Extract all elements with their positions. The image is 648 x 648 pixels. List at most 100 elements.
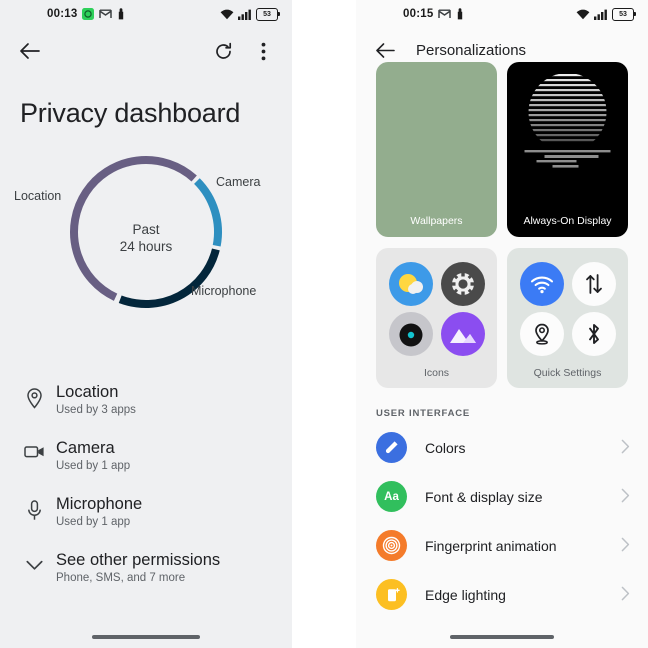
permissions-list: Location Used by 3 apps Camera Used by 1… — [0, 371, 292, 595]
status-bar-right: 00:15 53 — [356, 0, 648, 28]
battery-indicator: 53 — [256, 7, 280, 21]
font-size-badge-text: Aa — [384, 490, 399, 503]
quick-settings-preview-grid — [519, 262, 616, 356]
battery-level-text: 53 — [263, 10, 271, 18]
quick-settings-card[interactable]: Quick Settings — [507, 248, 628, 388]
gmail-icon — [99, 9, 113, 19]
font-size-icon: Aa — [376, 481, 407, 512]
privacy-dashboard-screen: 00:13 53 Privacy dashboard Past 24 hours… — [0, 0, 292, 648]
permission-text-camera: Camera Used by 1 app — [52, 438, 130, 472]
back-button[interactable] — [16, 38, 42, 64]
permission-subtitle: Used by 1 app — [56, 460, 131, 472]
donut-center-line-1: Past — [132, 222, 160, 237]
home-indicator[interactable] — [92, 635, 200, 639]
screen-title: Personalizations — [416, 41, 527, 59]
quick-settings-card-caption: Quick Settings — [533, 367, 602, 379]
wallpapers-card[interactable]: Wallpapers — [376, 62, 497, 237]
status-bar-right-group: 53 — [220, 7, 280, 21]
more-options-button[interactable] — [250, 38, 276, 64]
ui-row-label: Font & display size — [425, 488, 543, 505]
icons-card[interactable]: Icons — [376, 248, 497, 388]
see-other-permissions-text: See other permissions Phone, SMS, and 7 … — [52, 550, 220, 584]
app-bar-left — [0, 28, 292, 74]
data-transfer-tile-icon — [571, 262, 616, 306]
top-cards-row: Wallpapers Always-On Display — [356, 62, 648, 237]
wallpapers-card-caption: Wallpapers — [410, 215, 463, 227]
chart-label-location: Location — [14, 189, 62, 203]
status-bar-left-group: 00:13 — [47, 7, 125, 21]
permission-row-location[interactable]: Location Used by 3 apps — [0, 371, 292, 427]
home-indicator[interactable] — [450, 635, 554, 639]
status-bar-right-group: 53 — [576, 7, 636, 21]
location-pin-icon — [16, 382, 52, 409]
bluetooth-tile-icon — [571, 312, 616, 356]
battery-indicator: 53 — [612, 7, 636, 21]
chevron-right-icon — [621, 488, 630, 506]
back-button[interactable] — [372, 37, 398, 63]
status-bar-left-group: 00:15 — [403, 7, 464, 21]
notification-icon — [117, 7, 125, 21]
camera-lens-icon — [388, 312, 433, 356]
permission-subtitle: Used by 1 app — [56, 516, 131, 528]
wifi-tile-icon — [519, 262, 564, 306]
gmail-icon — [438, 9, 452, 19]
aod-card-caption: Always-On Display — [523, 215, 612, 227]
permission-text-microphone: Microphone Used by 1 app — [52, 494, 142, 528]
status-bar-clock: 00:15 — [403, 8, 434, 20]
privacy-usage-donut-chart: Past 24 hours Location Camera Microphone — [0, 145, 292, 345]
arrow-back-icon — [376, 42, 395, 58]
chart-label-camera: Camera — [216, 175, 261, 189]
donut-center-label: Past 24 hours — [0, 221, 292, 255]
ui-row-fingerprint-animation[interactable]: Fingerprint animation — [356, 521, 648, 570]
ui-row-edge-lighting[interactable]: Edge lighting — [356, 570, 648, 619]
microphone-icon — [16, 494, 52, 521]
badge-green-icon — [82, 8, 95, 20]
edge-lighting-icon — [376, 579, 407, 610]
signal-icon — [238, 9, 252, 20]
ui-row-label: Colors — [425, 439, 466, 456]
wifi-icon — [220, 9, 234, 20]
chart-label-microphone: Microphone — [191, 284, 257, 298]
app-bar-actions — [210, 38, 276, 64]
more-vertical-icon — [261, 42, 265, 60]
permission-subtitle: Used by 3 apps — [56, 404, 136, 416]
gallery-icon — [440, 312, 485, 356]
personalizations-screen: 00:15 53 Personalizations Wallpapers Alw… — [356, 0, 648, 648]
permission-title: Camera — [56, 439, 115, 457]
camera-video-icon — [16, 438, 52, 459]
signal-icon — [594, 9, 608, 20]
chevron-right-icon — [621, 537, 630, 555]
donut-center-line-2: 24 hours — [119, 239, 173, 254]
fingerprint-icon — [376, 530, 407, 561]
ui-row-font-display-size[interactable]: Aa Font & display size — [356, 472, 648, 521]
arrow-back-icon — [19, 43, 40, 59]
always-on-display-card[interactable]: Always-On Display — [507, 62, 628, 237]
mid-cards-row: Icons Quick Settings — [356, 248, 648, 388]
see-other-permissions-row[interactable]: See other permissions Phone, SMS, and 7 … — [0, 539, 292, 595]
wifi-icon — [576, 9, 590, 20]
ui-row-label: Fingerprint animation — [425, 537, 557, 554]
paint-roller-icon — [376, 432, 407, 463]
permission-text-location: Location Used by 3 apps — [52, 382, 136, 416]
status-bar-left: 00:13 53 — [0, 0, 292, 28]
permission-title: Microphone — [56, 495, 143, 513]
section-header-user-interface: USER INTERFACE — [376, 408, 471, 419]
see-other-permissions-subtitle: Phone, SMS, and 7 more — [56, 572, 186, 584]
page-title: Privacy dashboard — [20, 98, 241, 128]
permission-row-camera[interactable]: Camera Used by 1 app — [0, 427, 292, 483]
aod-sunset-preview-icon — [524, 73, 610, 168]
permission-title: Location — [56, 383, 119, 401]
settings-gear-icon — [440, 262, 485, 306]
notification-icon — [456, 7, 464, 21]
ui-row-label: Edge lighting — [425, 586, 506, 603]
refresh-icon — [215, 42, 231, 59]
permission-row-microphone[interactable]: Microphone Used by 1 app — [0, 483, 292, 539]
refresh-button[interactable] — [210, 38, 236, 64]
chevron-down-icon — [16, 550, 52, 571]
ui-row-colors[interactable]: Colors — [356, 423, 648, 472]
icons-preview-grid — [388, 262, 485, 356]
icons-card-caption: Icons — [423, 367, 450, 379]
see-other-permissions-title: See other permissions — [56, 551, 221, 569]
weather-icon — [388, 262, 433, 306]
status-bar-clock: 00:13 — [47, 8, 78, 20]
